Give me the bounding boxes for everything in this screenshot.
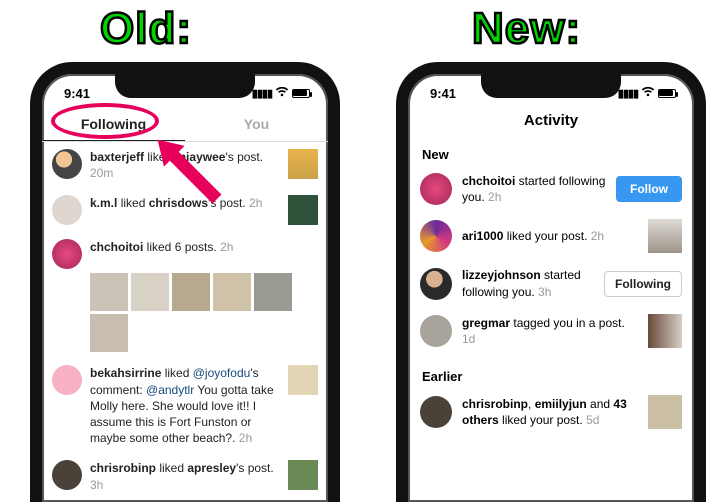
post-thumb[interactable] [648,314,682,348]
list-item[interactable]: chrisrobinp, emiilyjun and 43 others lik… [408,388,694,436]
activity-text: chrisrobinp, emiilyjun and 43 others lik… [462,396,638,428]
post-thumb[interactable] [131,273,169,311]
activity-text: lizzeyjohnson started following you. 3h [462,267,594,299]
annotation-circle [51,103,159,139]
battery-icon [658,89,676,98]
signal-icon: ▮▮▮▮ [618,87,638,100]
avatar[interactable] [52,149,82,179]
heading-old: Old: [100,4,192,54]
wifi-icon [275,86,289,100]
activity-text: chrisrobinp liked apresley's post. 3h [90,460,280,492]
list-item[interactable]: gregmar tagged you in a post. 1d [408,307,694,355]
post-thumb[interactable] [288,149,318,179]
section-heading-earlier: Earlier [408,355,694,388]
post-thumb[interactable] [288,460,318,490]
avatar[interactable] [420,268,452,300]
notch [115,74,255,98]
signal-icon: ▮▮▮▮ [252,87,272,100]
heading-new: New: [472,4,581,54]
list-item[interactable]: chchoitoi liked 6 posts. 2h [42,232,328,271]
status-icons: ▮▮▮▮ [618,86,676,100]
post-thumb-row [42,271,328,358]
list-item[interactable]: lizzeyjohnson started following you. 3h … [408,260,694,306]
post-thumb[interactable] [254,273,292,311]
post-thumb[interactable] [213,273,251,311]
status-icons: ▮▮▮▮ [252,86,310,100]
activity-text: chchoitoi liked 6 posts. 2h [90,239,318,255]
post-thumb[interactable] [648,395,682,429]
avatar[interactable] [52,460,82,490]
list-item[interactable]: chrisrobinp liked apresley's post. 3h [42,453,328,499]
list-item[interactable]: ari1000 liked your post. 2h [408,212,694,260]
activity-text: bekahsirrine liked @joyofodu's comment: … [90,365,280,446]
following-button[interactable]: Following [604,271,682,297]
post-thumb[interactable] [648,219,682,253]
avatar[interactable] [420,220,452,252]
phone-old: 9:41 ▮▮▮▮ Following You baxterjeff liked… [30,62,340,502]
post-thumb[interactable] [90,273,128,311]
battery-icon [292,89,310,98]
list-item[interactable]: chchoitoi started following you. 2h Foll… [408,166,694,212]
wifi-icon [641,86,655,100]
section-heading-new: New [408,139,694,166]
avatar[interactable] [52,365,82,395]
post-thumb[interactable] [288,365,318,395]
phone-new: 9:41 ▮▮▮▮ Activity New chchoitoi started… [396,62,706,502]
post-thumb[interactable] [288,195,318,225]
list-item[interactable]: bekahsirrine liked @joyofodu's comment: … [42,358,328,453]
avatar[interactable] [52,239,82,269]
follow-button[interactable]: Follow [616,176,682,202]
activity-text: chchoitoi started following you. 2h [462,173,606,205]
avatar[interactable] [52,195,82,225]
status-time: 9:41 [64,86,90,101]
activity-text: ari1000 liked your post. 2h [462,228,638,244]
activity-text: gregmar tagged you in a post. 1d [462,315,638,347]
avatar[interactable] [420,396,452,428]
annotation-arrow-icon [154,136,226,208]
status-time: 9:41 [430,86,456,101]
notch [481,74,621,98]
avatar[interactable] [420,315,452,347]
avatar[interactable] [420,173,452,205]
page-title: Activity [408,106,694,139]
post-thumb[interactable] [172,273,210,311]
post-thumb[interactable] [90,314,128,352]
